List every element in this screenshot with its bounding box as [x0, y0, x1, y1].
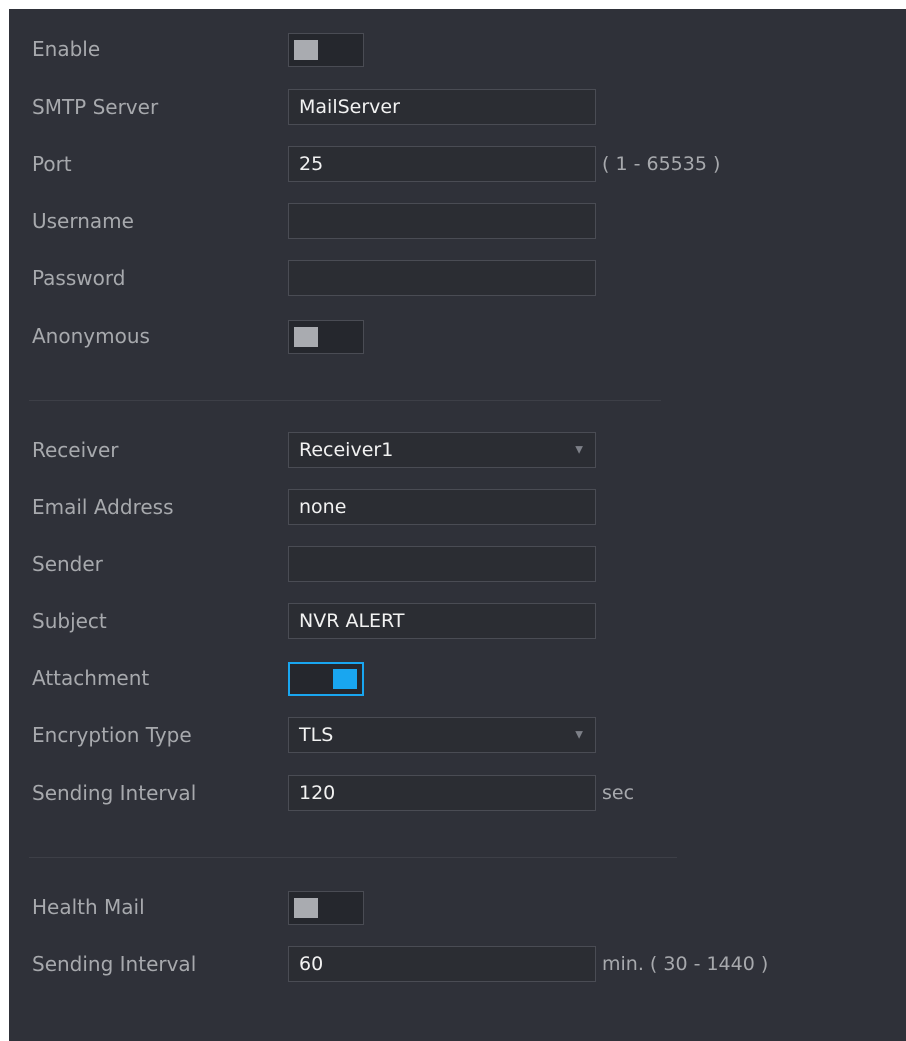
smtp-server-label: SMTP Server [32, 95, 159, 119]
sending-interval-input[interactable]: 120 [288, 775, 596, 811]
toggle-knob [294, 40, 318, 60]
section-divider [29, 857, 677, 858]
subject-input[interactable]: NVR ALERT [288, 603, 596, 639]
receiver-value: Receiver1 [299, 439, 394, 461]
toggle-knob [294, 898, 318, 918]
anonymous-label: Anonymous [32, 324, 150, 348]
attachment-toggle[interactable] [288, 662, 364, 696]
receiver-label: Receiver [32, 438, 119, 462]
health-sending-interval-label: Sending Interval [32, 952, 197, 976]
toggle-knob [333, 669, 357, 689]
email-settings-panel: Enable SMTP Server MailServer Port 25 ( … [9, 9, 906, 1041]
encryption-type-label: Encryption Type [32, 723, 192, 747]
health-sending-interval-value: 60 [299, 953, 324, 975]
section-divider [29, 400, 661, 401]
sender-input[interactable] [288, 546, 596, 582]
sender-row: Sender [9, 544, 906, 584]
smtp-server-row: SMTP Server MailServer [9, 87, 906, 127]
health-mail-row: Health Mail [9, 887, 906, 927]
smtp-server-input[interactable]: MailServer [288, 89, 596, 125]
username-label: Username [32, 209, 134, 233]
port-input[interactable]: 25 [288, 146, 596, 182]
username-row: Username [9, 201, 906, 241]
password-input[interactable] [288, 260, 596, 296]
port-row: Port 25 ( 1 - 65535 ) [9, 144, 906, 184]
receiver-select[interactable]: Receiver1 ▼ [288, 432, 596, 468]
health-sending-interval-input[interactable]: 60 [288, 946, 596, 982]
port-label: Port [32, 152, 72, 176]
encryption-type-row: Encryption Type TLS ▼ [9, 715, 906, 755]
health-mail-toggle[interactable] [288, 891, 364, 925]
port-value: 25 [299, 153, 324, 175]
attachment-row: Attachment [9, 658, 906, 698]
subject-value: NVR ALERT [299, 610, 405, 632]
password-row: Password [9, 258, 906, 298]
username-input[interactable] [288, 203, 596, 239]
attachment-label: Attachment [32, 666, 150, 690]
health-sending-interval-row: Sending Interval 60 min. ( 30 - 1440 ) [9, 944, 906, 984]
smtp-server-value: MailServer [299, 96, 400, 118]
dropdown-arrow-icon: ▼ [575, 729, 583, 741]
dropdown-arrow-icon: ▼ [575, 444, 583, 456]
subject-row: Subject NVR ALERT [9, 601, 906, 641]
health-mail-label: Health Mail [32, 895, 145, 919]
anonymous-toggle[interactable] [288, 320, 364, 354]
enable-label: Enable [32, 37, 101, 61]
sending-interval-row: Sending Interval 120 sec [9, 773, 906, 813]
encryption-type-select[interactable]: TLS ▼ [288, 717, 596, 753]
toggle-knob [294, 327, 318, 347]
email-address-row: Email Address none [9, 487, 906, 527]
enable-row: Enable [9, 29, 906, 69]
sending-interval-value: 120 [299, 782, 336, 804]
port-range-hint: ( 1 - 65535 ) [602, 153, 721, 175]
sending-interval-unit: sec [602, 782, 635, 804]
anonymous-row: Anonymous [9, 316, 906, 356]
subject-label: Subject [32, 609, 107, 633]
encryption-type-value: TLS [299, 724, 334, 746]
receiver-row: Receiver Receiver1 ▼ [9, 430, 906, 470]
health-sending-interval-unit: min. ( 30 - 1440 ) [602, 953, 769, 975]
email-address-input[interactable]: none [288, 489, 596, 525]
email-address-value: none [299, 496, 347, 518]
sending-interval-label: Sending Interval [32, 781, 197, 805]
email-address-label: Email Address [32, 495, 174, 519]
enable-toggle[interactable] [288, 33, 364, 67]
password-label: Password [32, 266, 126, 290]
sender-label: Sender [32, 552, 103, 576]
